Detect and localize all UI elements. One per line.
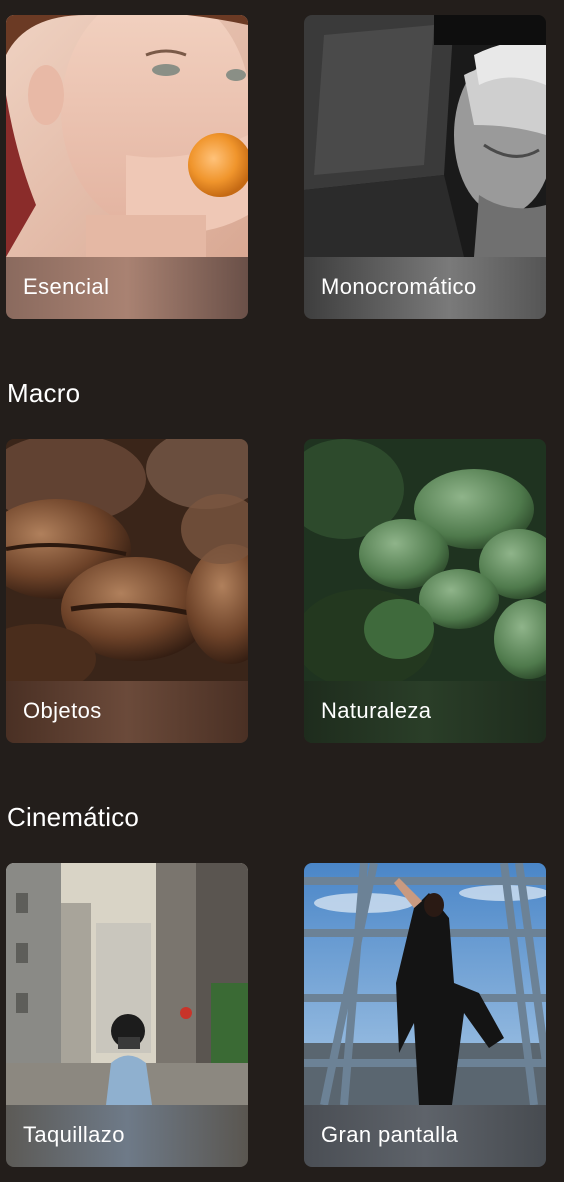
street-photographer-thumbnail (6, 863, 248, 1105)
preset-card-esencial[interactable]: Esencial (6, 15, 248, 319)
preset-label: Objetos (23, 698, 102, 723)
dancer-on-tower-thumbnail (304, 863, 546, 1105)
preset-label: Monocromático (321, 274, 477, 299)
preset-label: Esencial (23, 274, 110, 299)
preset-card-monocromatico[interactable]: Monocromático (304, 15, 546, 319)
preset-card-naturaleza[interactable]: Naturaleza (304, 439, 546, 743)
section-title-cinematico: Cinemático (7, 802, 140, 832)
preset-gallery: Esencial Monocromático Macro Objetos Nat… (0, 0, 564, 1182)
preset-card-gran-pantalla[interactable]: Gran pantalla (304, 863, 546, 1167)
preset-label: Gran pantalla (321, 1122, 459, 1147)
preset-card-objetos[interactable]: Objetos (6, 439, 248, 743)
succulent-leaves-thumbnail (304, 439, 546, 681)
preset-label: Naturaleza (321, 698, 432, 723)
preset-card-taquillazo[interactable]: Taquillazo (6, 863, 248, 1167)
coffee-beans-thumbnail (6, 439, 248, 681)
preset-label: Taquillazo (23, 1122, 125, 1147)
section-title-macro: Macro (7, 378, 81, 408)
portrait-monochrome-thumbnail (304, 15, 546, 257)
portrait-bubblegum-thumbnail (6, 15, 248, 257)
